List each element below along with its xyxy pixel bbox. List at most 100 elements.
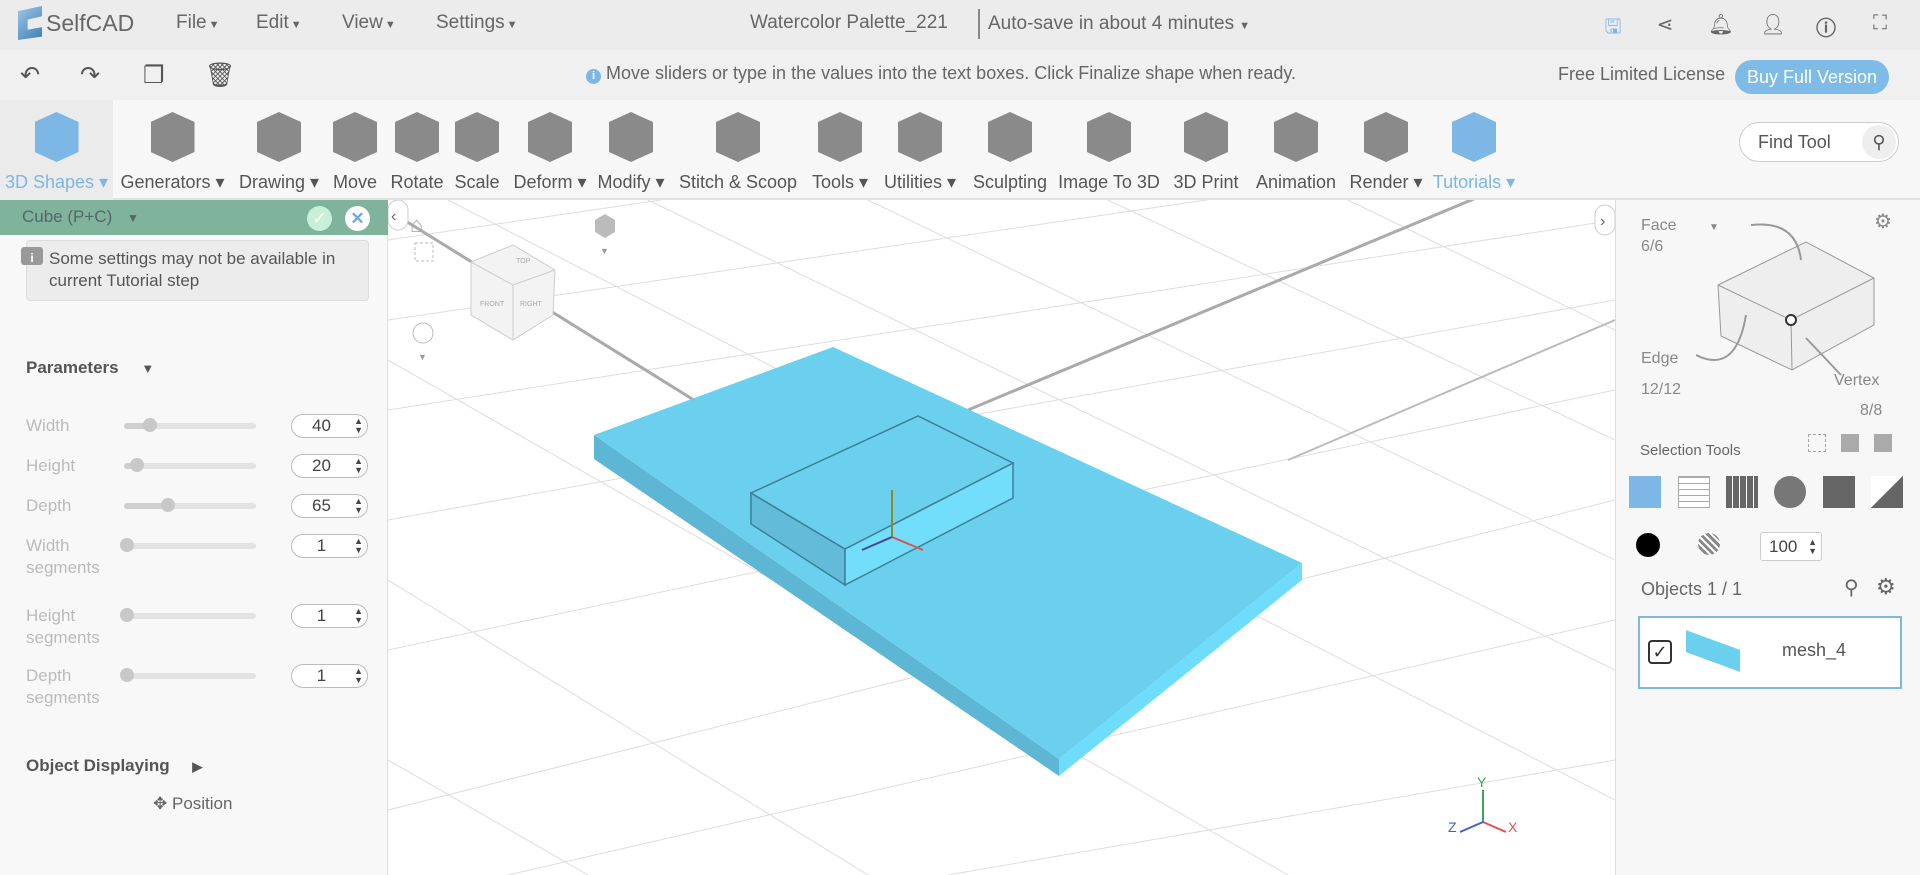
tool-animation[interactable]: Animation (1244, 100, 1348, 200)
param-value-input[interactable]: 65 ▲ ▼ (291, 494, 368, 518)
tool-3d-shapes[interactable]: 3D Shapes ▾ (0, 100, 113, 200)
tool-tools[interactable]: Tools ▾ (808, 100, 872, 200)
edge-mode[interactable]: Edge (1641, 350, 1678, 368)
svg-text:▼: ▼ (600, 246, 609, 256)
document-title[interactable]: Watercolor Palette_221 (750, 12, 948, 34)
deform-icon (528, 112, 572, 162)
tool-sculpting[interactable]: Sculpting (964, 100, 1056, 200)
tool-utilities[interactable]: Utilities ▾ (876, 100, 964, 200)
spinner-icon: ▲ ▼ (354, 496, 363, 515)
object-select-icon[interactable] (1629, 476, 1661, 508)
slider-handle[interactable] (160, 498, 175, 512)
select-through-icon[interactable] (1841, 434, 1859, 452)
svg-text:›: › (1600, 213, 1605, 230)
selfcad-logo[interactable]: SelfCAD (18, 6, 134, 40)
share-icon[interactable]: ⋖ (1652, 12, 1678, 38)
param-value-input[interactable]: 1 ▲ ▼ (291, 664, 368, 688)
param-value-input[interactable]: 20 ▲ ▼ (291, 454, 368, 478)
axis-x-label: X (1508, 819, 1518, 835)
zoom-fit-icon[interactable] (414, 242, 434, 262)
undo-icon[interactable]: ↶ (20, 61, 40, 90)
box-select-icon[interactable] (1808, 434, 1826, 452)
object-list-item[interactable]: ✓ mesh_4 (1638, 616, 1902, 689)
shape-settings-panel: Cube (P+C) ▼ ✓ ✕ i Some settings may not … (0, 200, 388, 875)
orbit-icon[interactable] (412, 322, 434, 344)
wireframe-select-icon[interactable] (1678, 476, 1710, 508)
tool-scale[interactable]: Scale (450, 100, 504, 200)
face-grid-select-icon[interactable] (1726, 476, 1758, 508)
color-picker[interactable] (1636, 533, 1660, 557)
tool-drawing[interactable]: Drawing ▾ (234, 100, 324, 200)
sphere-select-icon[interactable] (1774, 476, 1806, 508)
tool-tutorials[interactable]: Tutorials ▾ (1428, 100, 1520, 200)
save-icon[interactable]: 🖫 (1600, 12, 1626, 38)
plane-select-icon[interactable] (1871, 476, 1903, 508)
slider-handle[interactable] (120, 608, 134, 622)
param-label: Height (26, 456, 76, 475)
shape-title[interactable]: Cube (P+C) ▼ (22, 207, 139, 227)
search-icon[interactable]: ⚲ (1862, 125, 1896, 159)
close-icon[interactable]: ✕ (345, 206, 370, 231)
cube-navigation-gizmo[interactable]: TOP FRONT RIGHT (470, 244, 556, 341)
delete-icon[interactable]: 🗑︎ (205, 61, 235, 90)
autosave-status[interactable]: Auto-save in about 4 minutes ▼ (978, 9, 1250, 39)
menu-settings[interactable]: Settings ▼ (436, 12, 518, 34)
menu-view[interactable]: View ▼ (342, 12, 396, 34)
object-displaying-section[interactable]: Object Displaying ▶ (26, 756, 202, 776)
buy-full-version-button[interactable]: Buy Full Version (1735, 60, 1889, 94)
3d-viewport[interactable]: TOP FRONT RIGHT ‹ ⌂ ▼ ▼ Y X Z › (388, 200, 1615, 875)
perspective-icon[interactable] (595, 214, 615, 238)
home-icon[interactable]: ⌂ (410, 212, 423, 237)
find-tool-search[interactable]: ⚲ (1739, 122, 1899, 162)
finalize-check-icon[interactable]: ✓ (307, 206, 332, 231)
tool-render[interactable]: Render ▾ (1348, 100, 1424, 200)
menu-file[interactable]: File ▼ (176, 12, 220, 34)
param-slider[interactable] (124, 458, 256, 472)
tool-move[interactable]: Move (326, 100, 384, 200)
search-icon[interactable]: ⚲ (1844, 575, 1859, 600)
cube-right-label: RIGHT (520, 301, 543, 308)
menu-edit[interactable]: Edit ▼ (256, 12, 302, 34)
opacity-input[interactable]: 100 ▲ ▼ (1760, 532, 1822, 561)
param-slider[interactable] (120, 538, 256, 552)
tool-rotate[interactable]: Rotate (386, 100, 448, 200)
scene[interactable]: TOP FRONT RIGHT ‹ ⌂ ▼ ▼ Y X Z › (388, 200, 1615, 875)
param-slider[interactable] (124, 498, 256, 512)
slider-handle[interactable] (130, 458, 145, 472)
copy-icon[interactable]: ❐ (143, 61, 165, 90)
object-name[interactable]: mesh_4 (1782, 640, 1846, 661)
vertex-mode[interactable]: Vertex (1834, 372, 1879, 390)
find-tool-input[interactable] (1758, 132, 1858, 153)
param-value-input[interactable]: 1 ▲ ▼ (291, 604, 368, 628)
tool-deform[interactable]: Deform ▾ (506, 100, 594, 200)
slider-handle[interactable] (120, 668, 134, 682)
solid-select-icon[interactable] (1823, 476, 1855, 508)
fullscreen-icon[interactable]: ⛶ (1867, 12, 1893, 38)
tool-image-to-3d[interactable]: Image To 3D (1052, 100, 1166, 200)
tool-stitch-scoop[interactable]: Stitch & Scoop (674, 100, 802, 200)
param-slider[interactable] (120, 608, 256, 622)
redo-icon[interactable]: ↷ (80, 61, 100, 90)
info-icon[interactable]: ⓘ (1813, 12, 1839, 40)
material-icon[interactable] (1698, 533, 1720, 555)
position-button[interactable]: ✥ Position (153, 794, 232, 814)
gear-icon[interactable]: ⚙ (1876, 574, 1896, 600)
param-slider[interactable] (124, 418, 256, 432)
tool-modify[interactable]: Modify ▾ (596, 100, 666, 200)
user-icon[interactable]: 👤︎ (1760, 12, 1786, 38)
tool-3d-print[interactable]: 3D Print (1170, 100, 1242, 200)
slider-handle[interactable] (143, 418, 158, 432)
axis-indicator: Y X Z (1448, 774, 1518, 835)
base-slab[interactable] (594, 347, 1302, 776)
select-all-icon[interactable] (1874, 434, 1892, 452)
parameters-section[interactable]: Parameters ▼ (26, 358, 154, 378)
slider-handle[interactable] (120, 538, 134, 552)
param-slider[interactable] (120, 668, 256, 682)
bell-icon[interactable]: 🔔︎ (1708, 12, 1734, 38)
visibility-checkbox[interactable]: ✓ (1648, 640, 1672, 664)
selection-mode-diagram[interactable] (1696, 220, 1896, 380)
param-value-input[interactable]: 40 ▲ ▼ (291, 414, 368, 438)
tool-generators[interactable]: Generators ▾ (115, 100, 230, 200)
param-value-input[interactable]: 1 ▲ ▼ (291, 534, 368, 558)
tool-ribbon: 3D Shapes ▾ Generators ▾ Drawing ▾ Move … (0, 100, 1920, 200)
